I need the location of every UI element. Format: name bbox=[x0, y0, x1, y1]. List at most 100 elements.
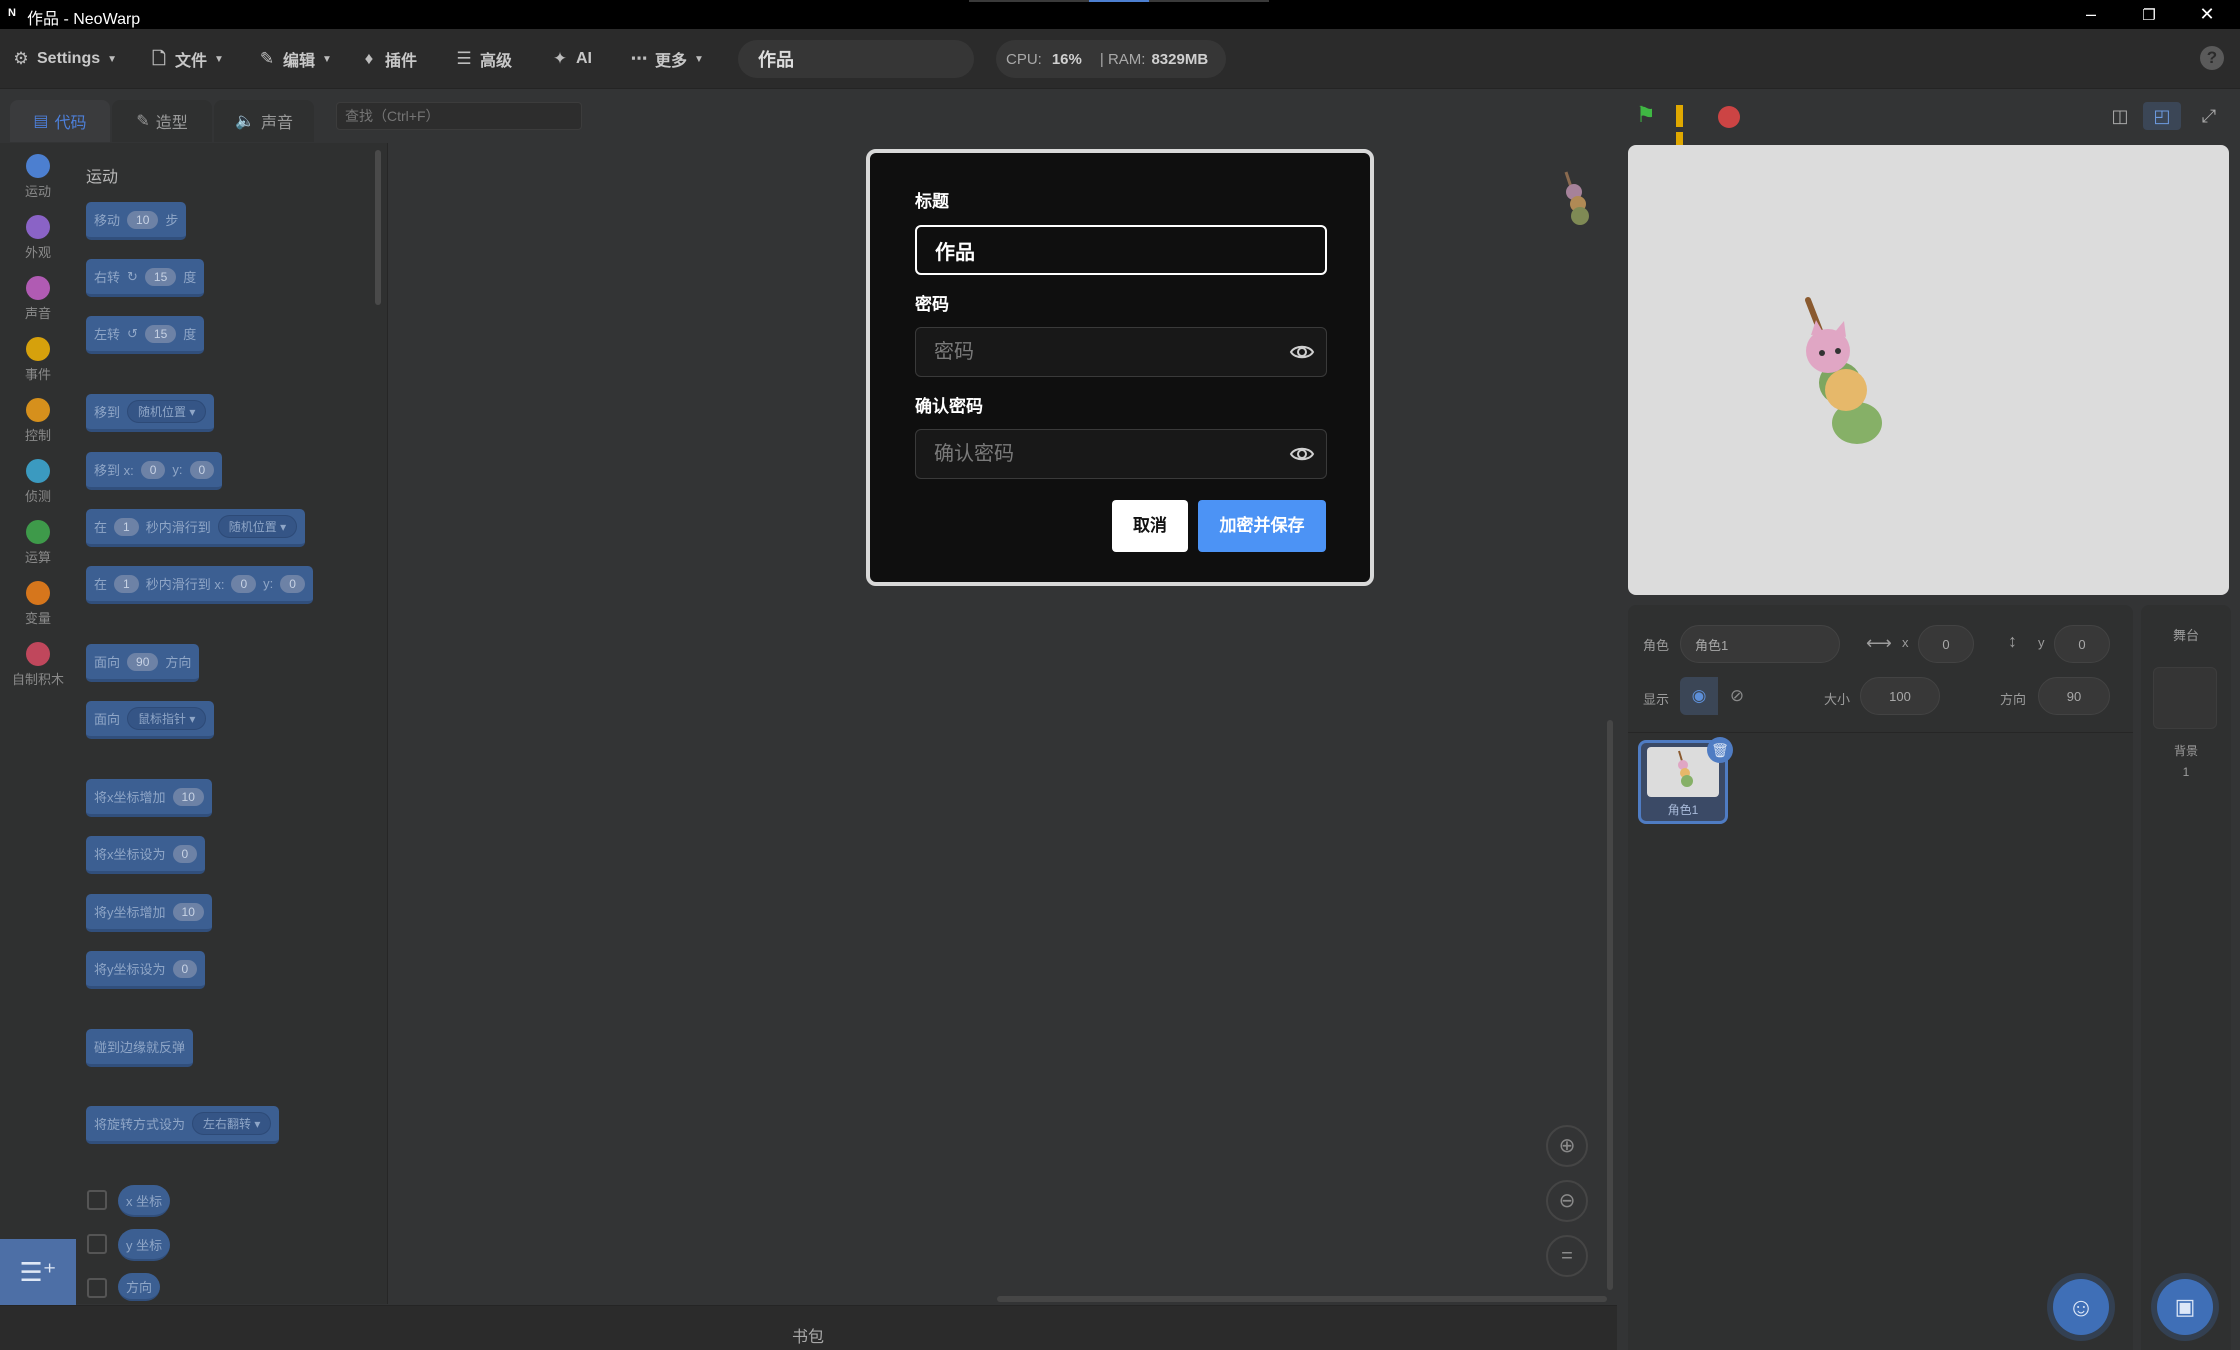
block-glide[interactable]: 在 1 秒内滑行到 随机位置 ▾ bbox=[86, 509, 306, 547]
sprite-info-panel: 角色 ⟷ x ↕ y 显示 ◉ ⊘ 大小 方向 bbox=[1628, 605, 2133, 733]
block-number-input[interactable]: 15 bbox=[144, 267, 177, 286]
add-sprite-button[interactable]: ☺ bbox=[2053, 1279, 2109, 1335]
block-number-input[interactable]: 90 bbox=[127, 652, 159, 671]
block-number-input[interactable]: 0 bbox=[280, 574, 305, 593]
sprite-name-input[interactable] bbox=[1680, 625, 1840, 663]
block-set-x[interactable]: 将x坐标设为 0 bbox=[86, 836, 206, 874]
category-my-blocks[interactable]: 自制积木 bbox=[0, 631, 76, 692]
block-number-input[interactable]: 15 bbox=[144, 324, 177, 343]
tab-costumes[interactable]: ✎ 造型 bbox=[112, 100, 212, 142]
block-goto-xy[interactable]: 移到 x: 0 y: 0 bbox=[86, 452, 223, 490]
show-confirm-password-icon[interactable] bbox=[1288, 440, 1316, 468]
block-number-input[interactable]: 1 bbox=[114, 517, 139, 536]
fullscreen-button[interactable]: ⤢ bbox=[2190, 102, 2228, 130]
category-control[interactable]: 控制 bbox=[0, 387, 76, 448]
block-number-input[interactable]: 10 bbox=[127, 210, 159, 229]
block-goto[interactable]: 移到 随机位置 ▾ bbox=[86, 394, 215, 432]
confirm-password-input[interactable] bbox=[915, 429, 1327, 479]
settings-menu[interactable]: ⚙ Settings ▼ bbox=[12, 45, 117, 73]
show-sprite-button[interactable]: ◉ bbox=[1680, 677, 1718, 715]
workspace-vertical-scrollbar[interactable] bbox=[1607, 720, 1613, 1290]
direction-input[interactable] bbox=[2038, 677, 2110, 715]
block-point-in-direction[interactable]: 面向 90 方向 bbox=[86, 644, 200, 682]
category-motion[interactable]: 运动 bbox=[0, 143, 76, 204]
block-number-input[interactable]: 0 bbox=[189, 460, 215, 479]
category-sensing[interactable]: 侦测 bbox=[0, 448, 76, 509]
stage-canvas[interactable] bbox=[1628, 145, 2229, 595]
tab-code[interactable]: ▤ 代码 bbox=[10, 100, 110, 142]
block-search-input[interactable] bbox=[336, 102, 582, 130]
pause-button[interactable] bbox=[1676, 105, 1698, 154]
restore-button[interactable]: ❐ bbox=[2120, 0, 2178, 29]
small-stage-button[interactable]: ◫ bbox=[2101, 102, 2139, 130]
category-operators[interactable]: 运算 bbox=[0, 509, 76, 570]
block-number-input[interactable]: 0 bbox=[172, 844, 198, 863]
cancel-button[interactable]: 取消 bbox=[1112, 500, 1188, 552]
show-password-icon[interactable] bbox=[1288, 338, 1316, 366]
block-dropdown[interactable]: 左右翻转 ▾ bbox=[192, 1112, 272, 1135]
block-categories: 运动 外观 声音 事件 控制 侦测 运算 变量 自制积木 bbox=[0, 143, 76, 1304]
ai-menu[interactable]: ✦ AI bbox=[551, 45, 592, 73]
y-position-input[interactable] bbox=[2054, 625, 2110, 663]
advanced-menu[interactable]: ☰ 高级 bbox=[455, 45, 512, 73]
block-move-steps[interactable]: 移动 10 步 bbox=[86, 202, 187, 240]
reporter-y-position[interactable]: y 坐标 bbox=[118, 1229, 171, 1261]
minimize-button[interactable]: – bbox=[2062, 0, 2120, 29]
stage-target-pane[interactable]: 舞台 背景 1 bbox=[2141, 605, 2231, 1350]
project-title-input[interactable] bbox=[738, 40, 974, 78]
block-set-rotation-style[interactable]: 将旋转方式设为 左右翻转 ▾ bbox=[86, 1106, 280, 1144]
encrypt-save-button[interactable]: 加密并保存 bbox=[1198, 500, 1326, 552]
reporter-direction[interactable]: 方向 bbox=[118, 1273, 161, 1301]
close-icon: ✕ bbox=[2199, 4, 2215, 24]
addons-menu[interactable]: ♦ 插件 bbox=[360, 45, 417, 73]
stop-button[interactable] bbox=[1718, 106, 1740, 128]
block-number-input[interactable]: 10 bbox=[172, 787, 204, 806]
block-number-input[interactable]: 1 bbox=[114, 574, 139, 593]
block-number-input[interactable]: 10 bbox=[172, 902, 204, 921]
block-dropdown[interactable]: 随机位置 ▾ bbox=[127, 400, 207, 423]
tab-sounds[interactable]: 🔈 声音 bbox=[214, 100, 314, 142]
title-input[interactable] bbox=[915, 225, 1327, 275]
block-turn-left[interactable]: 左转 ↺ 15 度 bbox=[86, 316, 205, 354]
add-extension-button[interactable]: ☰⁺ bbox=[0, 1239, 76, 1305]
size-input[interactable] bbox=[1860, 677, 1940, 715]
block-dropdown[interactable]: 随机位置 ▾ bbox=[217, 515, 298, 538]
x-position-input[interactable] bbox=[1918, 625, 1974, 663]
zoom-reset-button[interactable]: = bbox=[1546, 1235, 1588, 1277]
block-set-y[interactable]: 将y坐标设为 0 bbox=[86, 951, 206, 989]
edit-menu[interactable]: ✎ 编辑 ▼ bbox=[258, 45, 332, 73]
close-button[interactable]: ✕ bbox=[2178, 0, 2236, 29]
normal-stage-button[interactable]: ◰ bbox=[2143, 102, 2181, 130]
monitor-checkbox-x[interactable] bbox=[87, 1190, 107, 1210]
block-point-towards[interactable]: 面向 鼠标指针 ▾ bbox=[86, 701, 215, 739]
monitor-checkbox-direction[interactable] bbox=[87, 1278, 107, 1298]
block-change-x[interactable]: 将x坐标增加 10 bbox=[86, 779, 212, 817]
category-looks[interactable]: 外观 bbox=[0, 204, 76, 265]
category-variables[interactable]: 变量 bbox=[0, 570, 76, 631]
caret-down-icon: ▼ bbox=[107, 53, 118, 65]
block-number-input[interactable]: 0 bbox=[231, 574, 257, 593]
help-button[interactable]: ? bbox=[2200, 46, 2224, 70]
reporter-x-position[interactable]: x 坐标 bbox=[118, 1185, 171, 1217]
palette-scrollbar[interactable] bbox=[375, 150, 381, 305]
monitor-checkbox-y[interactable] bbox=[87, 1234, 107, 1254]
password-input[interactable] bbox=[915, 327, 1327, 377]
more-menu[interactable]: ⋯ 更多 ▼ bbox=[630, 45, 704, 73]
zoom-out-button[interactable]: ⊖ bbox=[1546, 1180, 1588, 1222]
add-backdrop-button[interactable]: ▣ bbox=[2157, 1279, 2213, 1335]
block-change-y[interactable]: 将y坐标增加 10 bbox=[86, 894, 212, 932]
block-turn-right[interactable]: 右转 ↻ 15 度 bbox=[86, 259, 205, 297]
workspace-horizontal-scrollbar[interactable] bbox=[997, 1296, 1607, 1302]
hide-sprite-button[interactable]: ⊘ bbox=[1718, 677, 1756, 715]
block-bounce-on-edge[interactable]: 碰到边缘就反弹 bbox=[86, 1029, 194, 1067]
file-menu[interactable]: 🗋 文件 ▼ bbox=[150, 45, 224, 73]
block-glide-xy[interactable]: 在 1 秒内滑行到 x: 0 y: 0 bbox=[86, 566, 313, 604]
delete-sprite-button[interactable]: 🗑 bbox=[1707, 737, 1733, 763]
block-number-input[interactable]: 0 bbox=[140, 460, 166, 479]
green-flag-button[interactable]: ⚑ bbox=[1636, 104, 1658, 126]
category-events[interactable]: 事件 bbox=[0, 326, 76, 387]
block-dropdown[interactable]: 鼠标指针 ▾ bbox=[127, 707, 207, 730]
block-number-input[interactable]: 0 bbox=[172, 959, 198, 978]
zoom-in-button[interactable]: ⊕ bbox=[1546, 1125, 1588, 1167]
category-sound[interactable]: 声音 bbox=[0, 265, 76, 326]
